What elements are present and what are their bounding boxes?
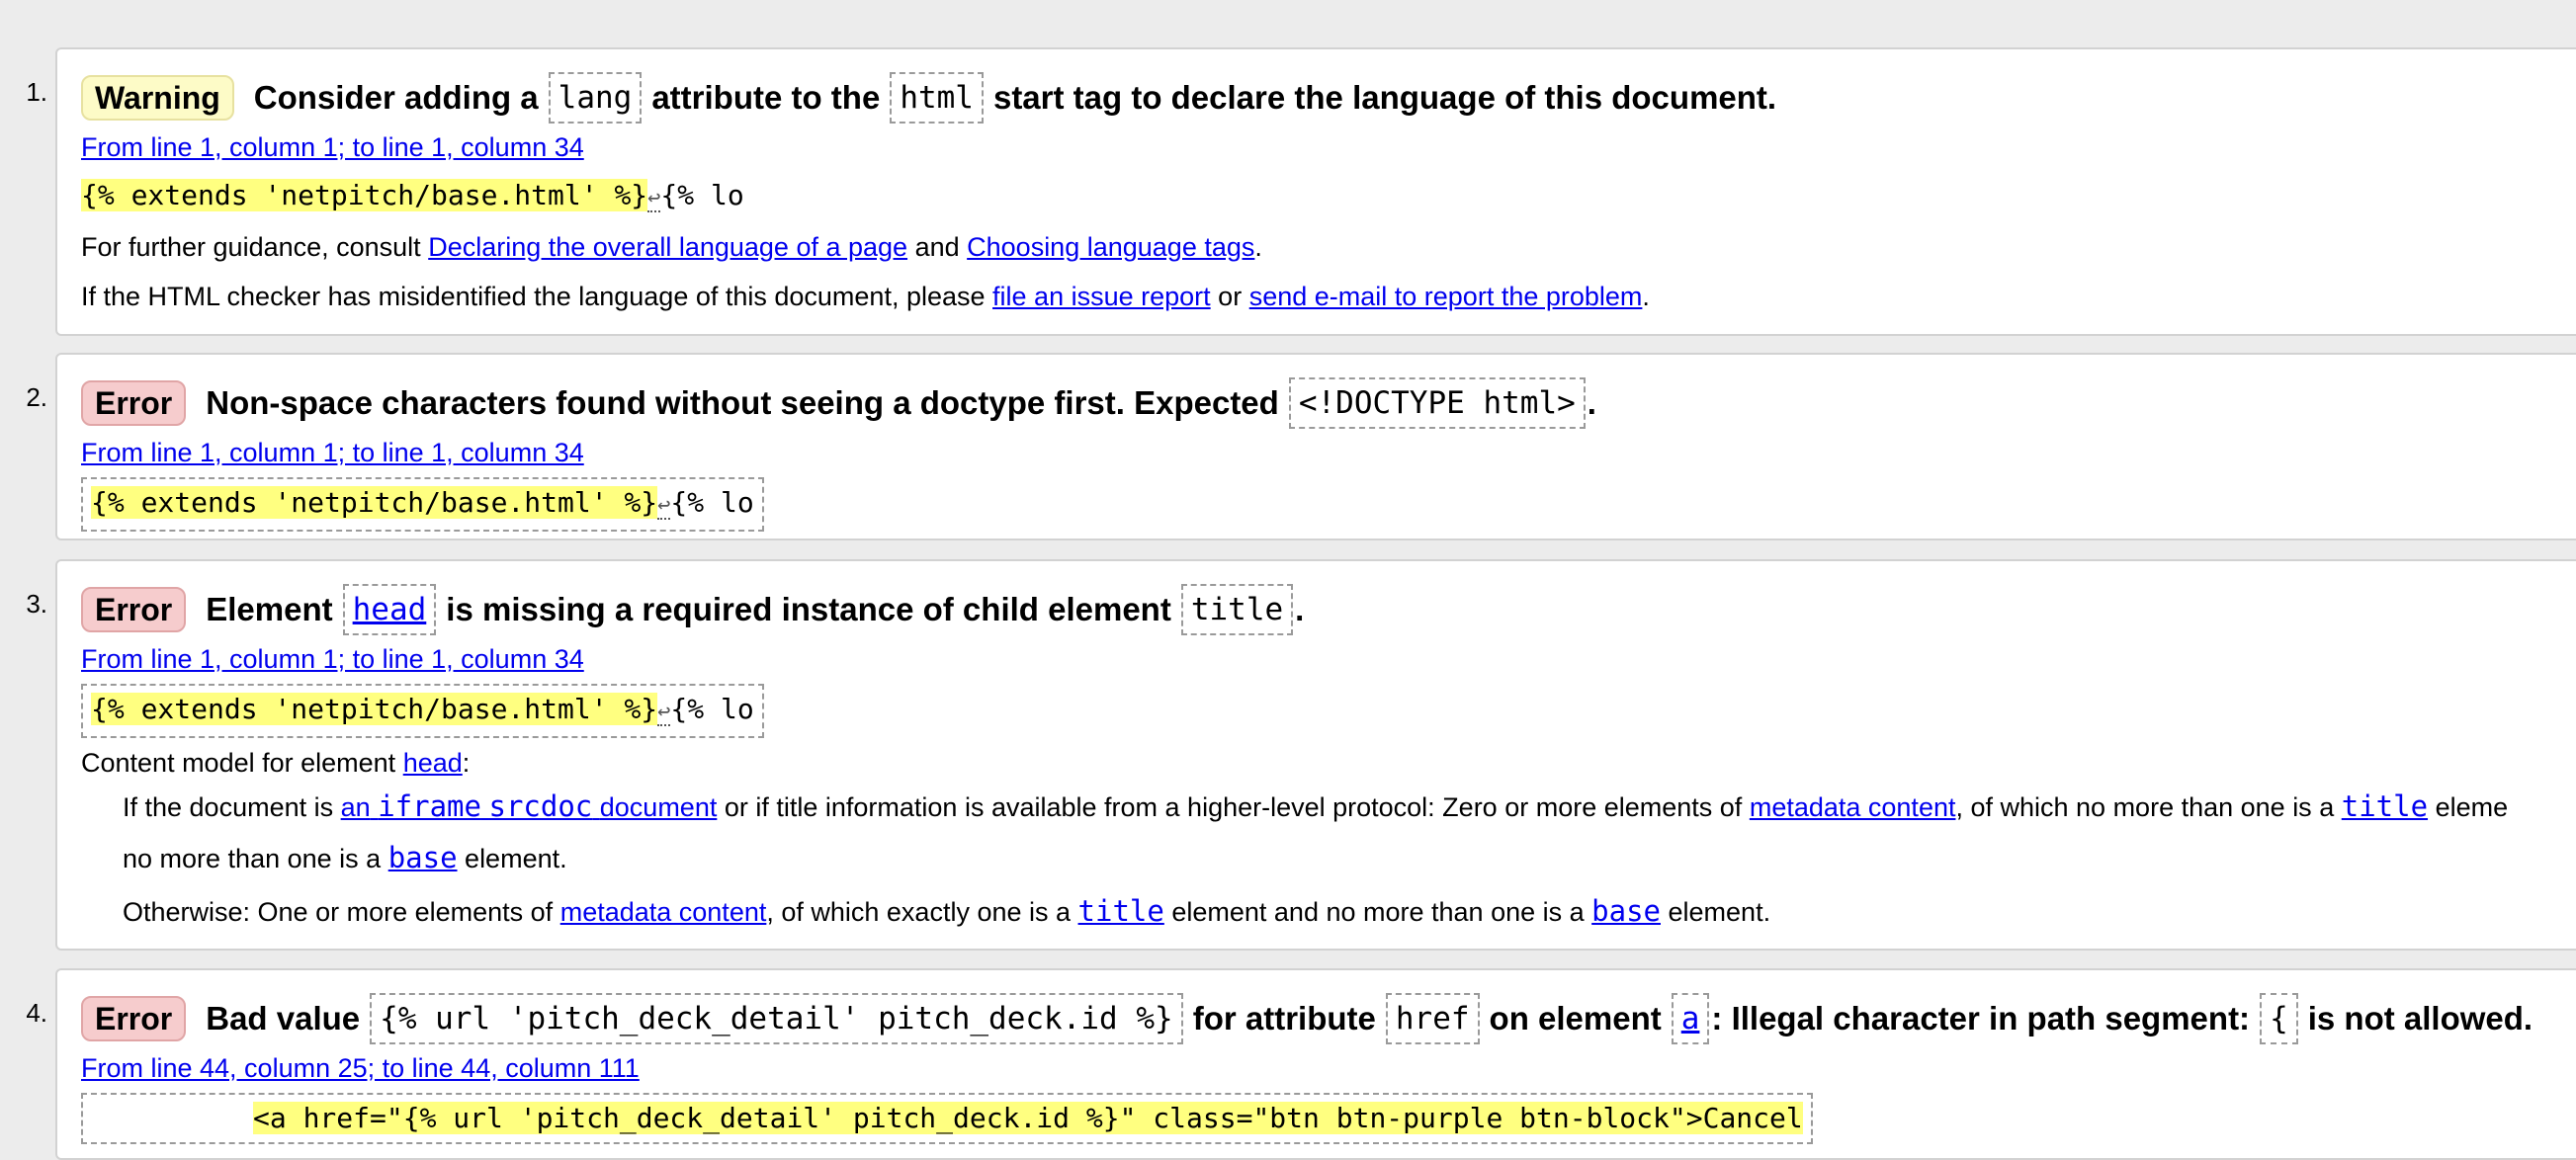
iframe-srcdoc-link[interactable]: an iframe srcdoc document bbox=[340, 789, 718, 823]
link-code: srcdoc bbox=[488, 789, 593, 823]
guidance-line: For further guidance, consult Declaring … bbox=[81, 229, 1262, 265]
extract-highlight: {% extends 'netpitch/base.html' %} bbox=[91, 693, 658, 725]
base-element-link[interactable]: base bbox=[1591, 894, 1661, 928]
para-text: , of which exactly one is a bbox=[766, 897, 1072, 927]
para-text: element and no more than one is a bbox=[1171, 897, 1585, 927]
misidentified-text: or bbox=[1218, 282, 1243, 311]
metadata-content-link[interactable]: metadata content bbox=[560, 897, 767, 927]
para-text: no more than one is a bbox=[123, 844, 382, 873]
guidance-text: . bbox=[1254, 232, 1262, 262]
source-extract: {% extends 'netpitch/base.html' %}↩{% lo bbox=[81, 477, 764, 532]
message-text: Consider adding a bbox=[253, 79, 539, 116]
link-code: iframe bbox=[378, 789, 481, 823]
para-text: If the document is bbox=[123, 792, 334, 822]
error-message-panel: Error Non-space characters found without… bbox=[55, 353, 2576, 540]
code-title: title bbox=[1180, 584, 1294, 635]
title-element-link[interactable]: title bbox=[1078, 894, 1164, 928]
extract-rest: {% lo bbox=[670, 486, 754, 519]
message-text: start tag to declare the language of thi… bbox=[992, 79, 1777, 116]
source-extract: {% extends 'netpitch/base.html' %}↩{% lo bbox=[81, 176, 744, 218]
line-feed-icon: ↩ bbox=[647, 186, 661, 212]
error-message-panel: Error Bad value {% url 'pitch_deck_detai… bbox=[55, 968, 2576, 1160]
message-heading: Error Element head is missing a required… bbox=[81, 581, 1304, 638]
head-spec-link[interactable]: head bbox=[403, 748, 463, 778]
message-text: on element bbox=[1489, 1000, 1662, 1036]
link-text: document bbox=[599, 792, 718, 822]
para-text: element. bbox=[1668, 897, 1771, 927]
base-element-link[interactable]: base bbox=[388, 841, 458, 874]
message-text: is missing a required instance of child … bbox=[446, 591, 1171, 627]
code-brace: { bbox=[2260, 993, 2298, 1044]
message-number: 2. bbox=[26, 382, 47, 412]
message-text: Element bbox=[206, 591, 333, 627]
a-element-link[interactable]: a bbox=[1671, 993, 1710, 1044]
message-heading: Error Bad value {% url 'pitch_deck_detai… bbox=[81, 990, 2533, 1047]
extract-rest: {% lo bbox=[660, 179, 744, 211]
para-text: element. bbox=[465, 844, 567, 873]
code-html: html bbox=[890, 72, 984, 124]
content-model-para-1: If the document is an iframe srcdoc docu… bbox=[123, 788, 2508, 825]
send-email-link[interactable]: send e-mail to report the problem bbox=[1249, 282, 1643, 311]
message-text: Non-space characters found without seein… bbox=[206, 384, 1279, 421]
code-doctype: <!DOCTYPE html> bbox=[1288, 377, 1586, 429]
extract-highlight: {% extends 'netpitch/base.html' %} bbox=[81, 179, 648, 211]
code-bad-value: {% url 'pitch_deck_detail' pitch_deck.id… bbox=[370, 993, 1183, 1044]
misidentified-text: If the HTML checker has misidentified th… bbox=[81, 282, 986, 311]
line-feed-icon: ↩ bbox=[657, 493, 671, 520]
link-text: an bbox=[340, 792, 371, 822]
message-text: is not allowed. bbox=[2307, 1000, 2533, 1036]
content-model-label: Content model for element head: bbox=[81, 745, 470, 781]
location-link[interactable]: From line 1, column 1; to line 1, column… bbox=[81, 130, 584, 164]
source-extract: <a href="{% url 'pitch_deck_detail' pitc… bbox=[81, 1093, 1813, 1144]
message-heading: Error Non-space characters found without… bbox=[81, 374, 1596, 432]
message-text: attribute to the bbox=[651, 79, 881, 116]
line-feed-icon: ↩ bbox=[657, 700, 671, 726]
warning-message-panel: Warning Consider adding a lang attribute… bbox=[55, 47, 2576, 336]
message-text: : Illegal character in path segment: bbox=[1711, 1000, 2251, 1036]
source-extract: {% extends 'netpitch/base.html' %}↩{% lo bbox=[81, 684, 764, 738]
error-message-panel: Error Element head is missing a required… bbox=[55, 559, 2576, 951]
location-link[interactable]: From line 1, column 1; to line 1, column… bbox=[81, 436, 584, 469]
para-text: eleme bbox=[2435, 792, 2509, 822]
para-text: Otherwise: One or more elements of bbox=[123, 897, 554, 927]
message-text: Bad value bbox=[206, 1000, 361, 1036]
extract-rest: {% lo bbox=[670, 693, 754, 725]
misidentified-line: If the HTML checker has misidentified th… bbox=[81, 279, 1650, 314]
para-text: , of which no more than one is a bbox=[1955, 792, 2335, 822]
misidentified-text: . bbox=[1642, 282, 1650, 311]
content-model-text: : bbox=[462, 748, 471, 778]
content-model-para-2: Otherwise: One or more elements of metad… bbox=[123, 893, 1770, 930]
guidance-text: For further guidance, consult bbox=[81, 232, 421, 262]
para-text: or if title information is available fro… bbox=[724, 792, 1743, 822]
warning-badge: Warning bbox=[81, 75, 234, 121]
title-element-link[interactable]: title bbox=[2342, 789, 2428, 823]
code-href: href bbox=[1385, 993, 1480, 1044]
metadata-content-link[interactable]: metadata content bbox=[1750, 792, 1956, 822]
location-link[interactable]: From line 1, column 1; to line 1, column… bbox=[81, 642, 584, 676]
guidance-text: and bbox=[914, 232, 960, 262]
code-lang: lang bbox=[548, 72, 643, 124]
error-badge: Error bbox=[81, 587, 187, 632]
message-heading: Warning Consider adding a lang attribute… bbox=[81, 69, 1776, 126]
extract-highlight: {% extends 'netpitch/base.html' %} bbox=[91, 486, 658, 519]
message-number: 3. bbox=[26, 589, 47, 619]
head-element-link[interactable]: head bbox=[342, 584, 437, 635]
error-badge: Error bbox=[81, 380, 187, 426]
message-text: . bbox=[1587, 384, 1596, 421]
content-model-text: Content model for element bbox=[81, 748, 396, 778]
declaring-language-link[interactable]: Declaring the overall language of a page bbox=[428, 232, 907, 262]
message-number: 4. bbox=[26, 998, 47, 1028]
content-model-para-1-cont: no more than one is a base element. bbox=[123, 840, 567, 876]
error-badge: Error bbox=[81, 996, 187, 1041]
message-text: for attribute bbox=[1192, 1000, 1376, 1036]
message-text: . bbox=[1295, 591, 1305, 627]
file-issue-report-link[interactable]: file an issue report bbox=[992, 282, 1211, 311]
message-number: 1. bbox=[26, 77, 47, 107]
location-link[interactable]: From line 44, column 25; to line 44, col… bbox=[81, 1051, 640, 1085]
choosing-language-tags-link[interactable]: Choosing language tags bbox=[967, 232, 1254, 262]
